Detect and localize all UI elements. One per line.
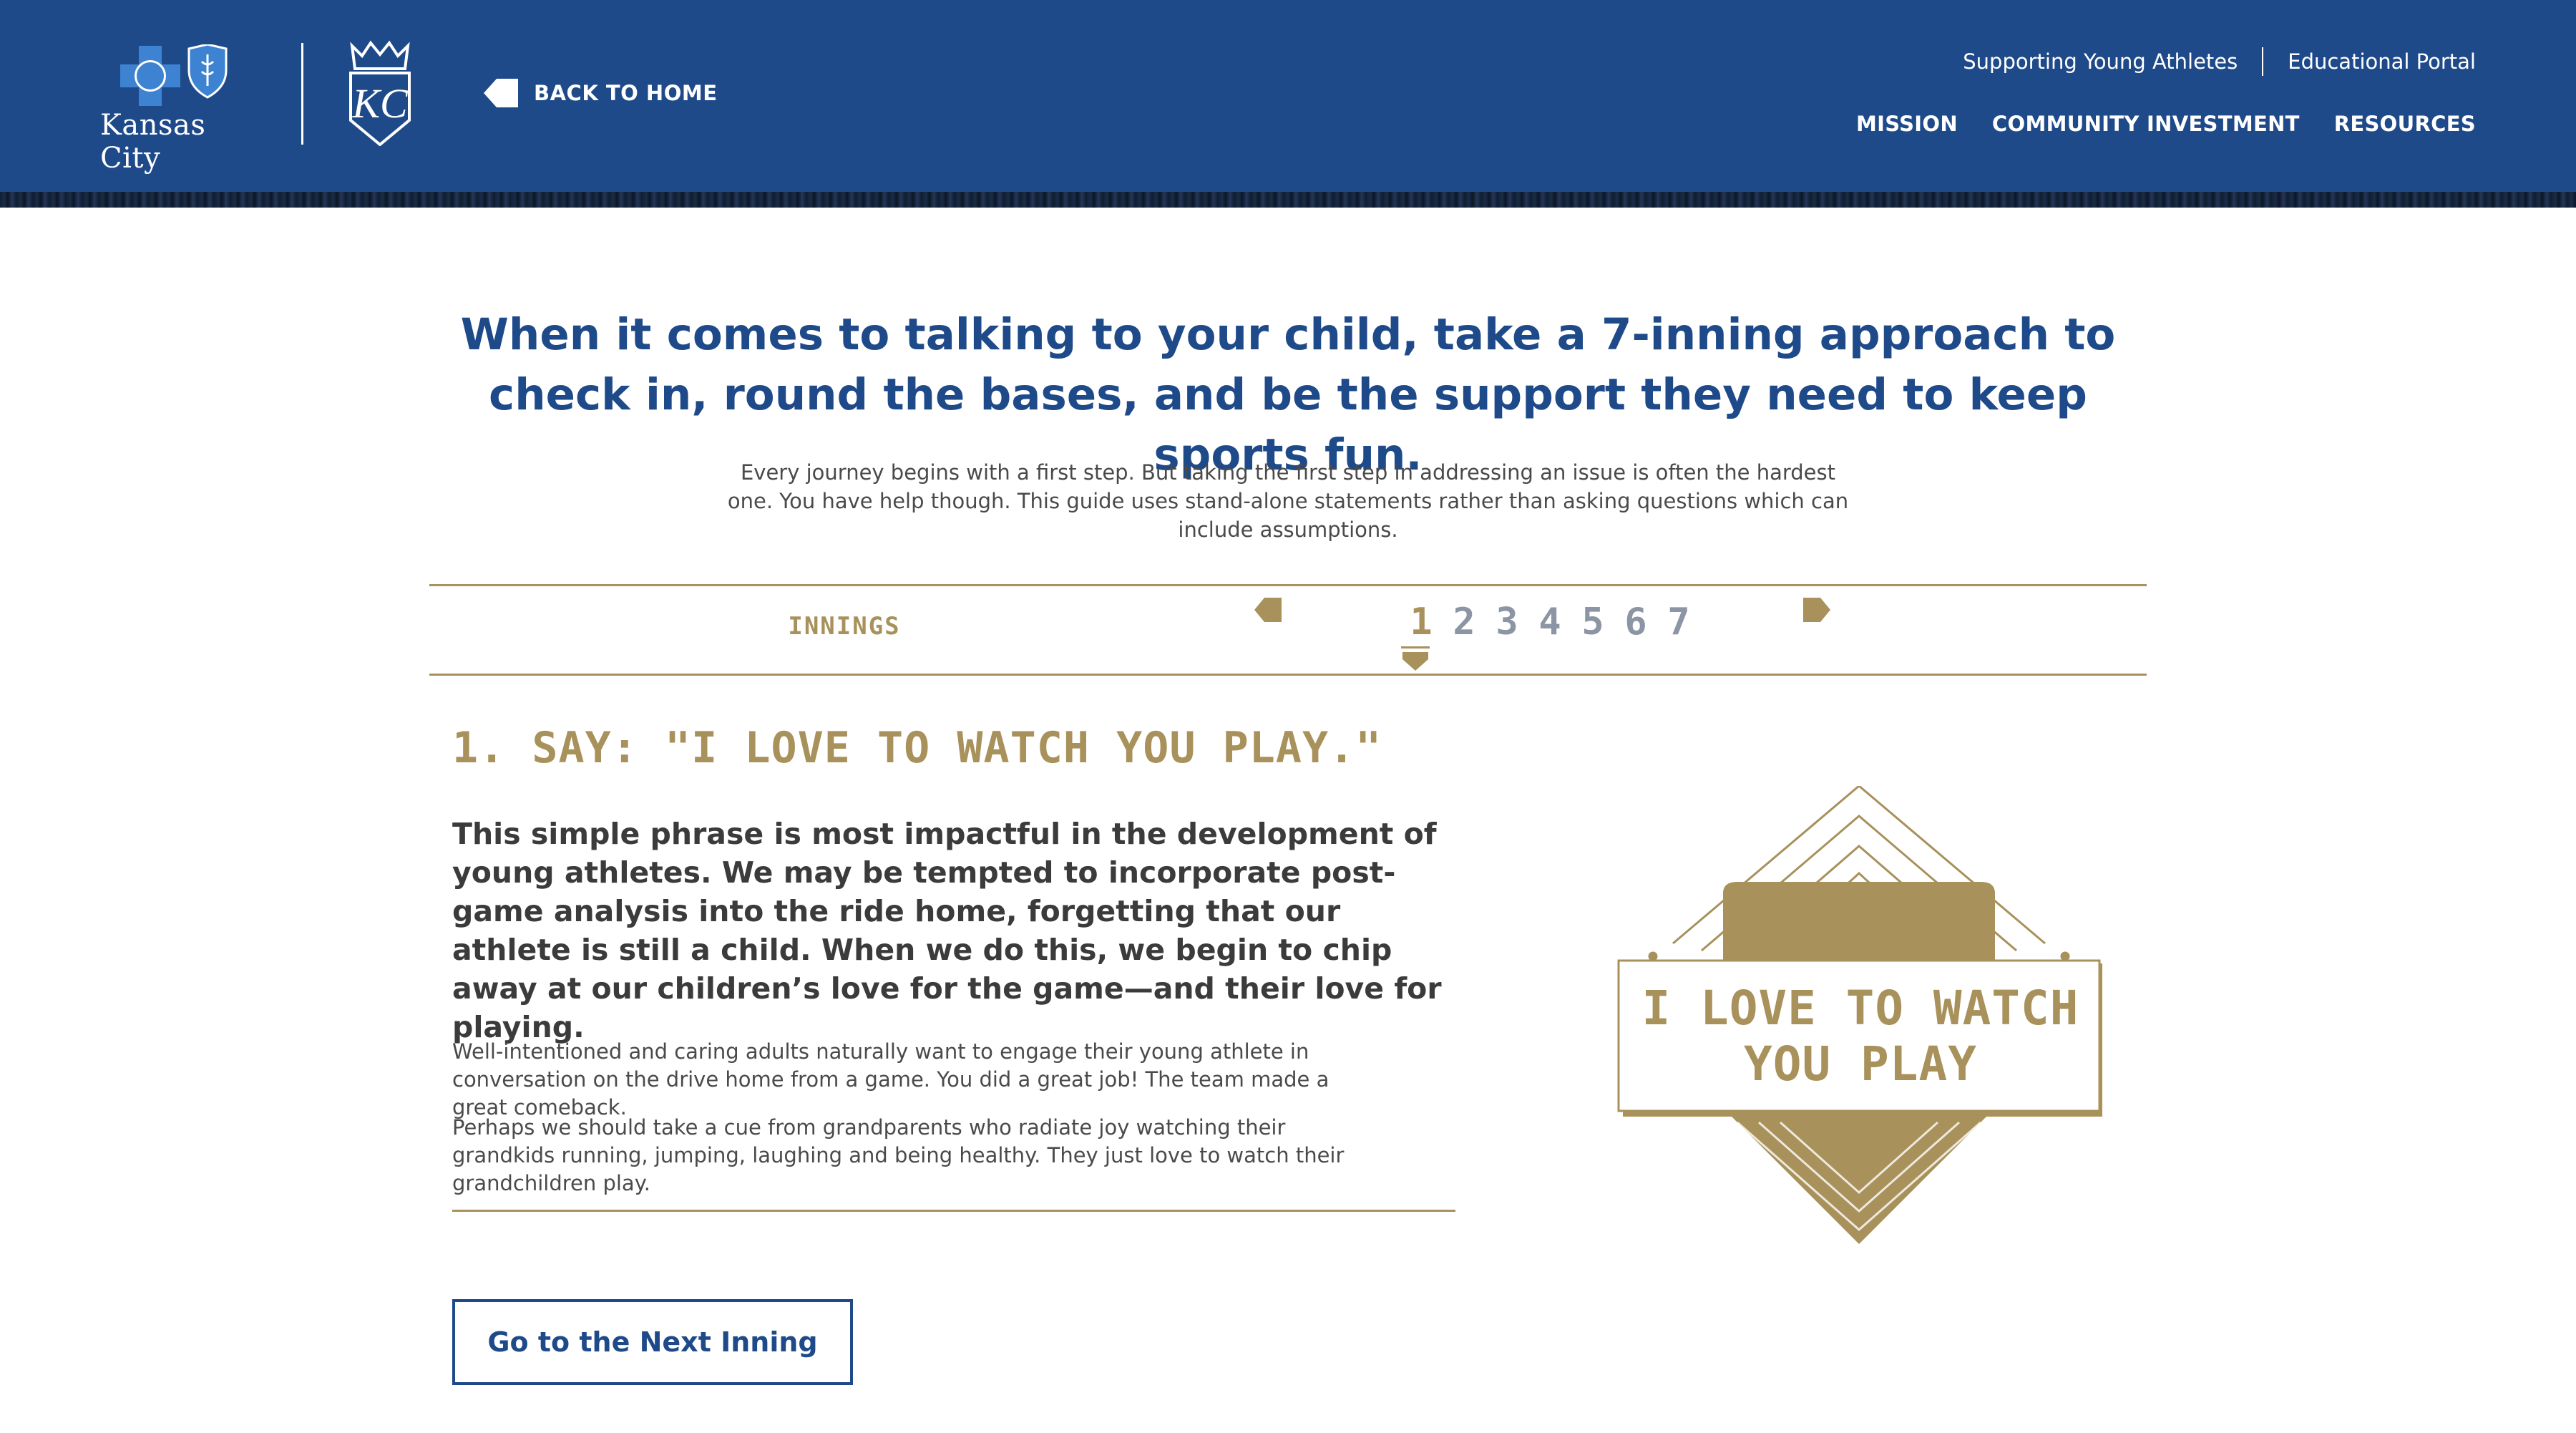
nav-community-investment[interactable]: COMMUNITY INVESTMENT (1992, 112, 2300, 136)
logo-divider (301, 43, 303, 145)
intro-text: Every journey begins with a first step. … (727, 460, 1849, 542)
inning-6[interactable]: 6 (1614, 601, 1657, 643)
innings-label: INNINGS (788, 612, 901, 641)
nav-mission[interactable]: MISSION (1856, 112, 1958, 136)
next-inning-button[interactable]: Go to the Next Inning (452, 1299, 853, 1385)
inning-numbers: 1 2 3 4 5 6 7 (1400, 601, 1700, 643)
utility-nav-separator (2262, 47, 2264, 76)
back-to-home-link[interactable]: BACK TO HOME (484, 74, 718, 112)
inning-2[interactable]: 2 (1443, 601, 1485, 643)
inning-body-paragraph-1: Well-intentioned and caring adults natur… (452, 1039, 1330, 1119)
active-inning-marker-icon (1401, 646, 1430, 671)
nav-supporting-young-athletes[interactable]: Supporting Young Athletes (1963, 49, 2238, 74)
kc-royals-logo[interactable]: KC (345, 40, 415, 146)
innings-navigator: INNINGS 1 2 3 4 5 6 7 (429, 584, 2147, 676)
nav-resources[interactable]: RESOURCES (2334, 112, 2476, 136)
back-to-home-label: BACK TO HOME (534, 81, 718, 105)
blue-shield-icon (187, 44, 228, 99)
inning-5[interactable]: 5 (1571, 601, 1614, 643)
utility-nav: Supporting Young Athletes Educational Po… (1963, 47, 2476, 76)
inning-title: 1. SAY: "I LOVE TO WATCH YOU PLAY." (452, 723, 1382, 773)
back-arrow-icon (484, 79, 518, 107)
inning-body-paragraph-2: Perhaps we should take a cue from grandp… (452, 1115, 1345, 1195)
brand-text: Kansas City (100, 109, 206, 175)
bcbs-kansas-city-logo[interactable]: Kansas City (100, 40, 265, 175)
nav-educational-portal[interactable]: Educational Portal (2288, 49, 2476, 74)
inning-7[interactable]: 7 (1657, 601, 1700, 643)
illustration-sign-text: I LOVE TO WATCH YOU PLAY (1641, 981, 2079, 1092)
svg-text:KC: KC (351, 80, 409, 127)
header-texture-strip (0, 192, 2576, 208)
main-nav: MISSION COMMUNITY INVESTMENT RESOURCES (1856, 112, 2476, 136)
previous-inning-arrow-icon[interactable] (1254, 598, 1282, 622)
content-divider (452, 1210, 1455, 1212)
inning-1[interactable]: 1 (1400, 601, 1443, 643)
inning-3[interactable]: 3 (1485, 601, 1528, 643)
inning-lead-paragraph: This simple phrase is most impactful in … (452, 817, 1442, 1044)
blue-cross-icon (120, 46, 180, 106)
next-inning-arrow-icon[interactable] (1803, 598, 1830, 622)
inning-4[interactable]: 4 (1528, 601, 1571, 643)
